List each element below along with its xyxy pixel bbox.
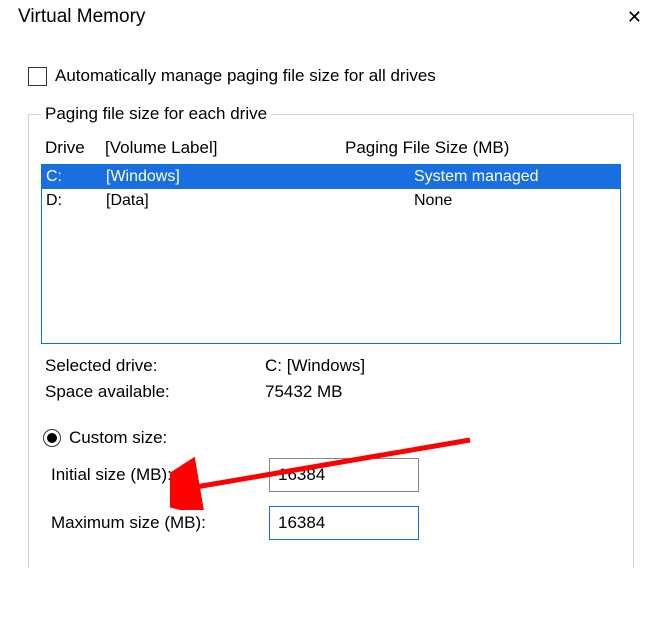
row-volume: [Data] xyxy=(106,189,414,213)
initial-size-row: Initial size (MB): xyxy=(51,458,621,492)
custom-size-radio[interactable] xyxy=(43,429,61,447)
auto-manage-row: Automatically manage paging file size fo… xyxy=(28,66,634,86)
maximum-size-input[interactable] xyxy=(269,506,419,540)
auto-manage-checkbox[interactable] xyxy=(28,67,47,86)
space-available-value: 75432 MB xyxy=(265,382,621,402)
custom-size-row: Custom size: xyxy=(43,428,621,448)
drive-list-header: Drive [Volume Label] Paging File Size (M… xyxy=(41,132,621,164)
row-volume: [Windows] xyxy=(106,165,414,189)
auto-manage-label: Automatically manage paging file size fo… xyxy=(55,66,436,86)
header-volume: [Volume Label] xyxy=(105,138,345,158)
header-drive: Drive xyxy=(45,138,105,158)
initial-size-label: Initial size (MB): xyxy=(51,465,269,485)
maximum-size-row: Maximum size (MB): xyxy=(51,506,621,540)
close-icon[interactable]: ✕ xyxy=(621,8,648,26)
selected-drive-row: Selected drive: C: [Windows] xyxy=(41,356,621,376)
drive-list[interactable]: C: [Windows] System managed D: [Data] No… xyxy=(41,164,621,344)
group-legend: Paging file size for each drive xyxy=(41,104,271,124)
drive-row-c[interactable]: C: [Windows] System managed xyxy=(42,165,620,189)
maximum-size-label: Maximum size (MB): xyxy=(51,513,269,533)
row-pfs: System managed xyxy=(414,165,616,189)
selected-drive-value: C: [Windows] xyxy=(265,356,621,376)
space-available-row: Space available: 75432 MB xyxy=(41,382,621,402)
paging-file-group: Paging file size for each drive Drive [V… xyxy=(28,104,634,568)
window-title: Virtual Memory xyxy=(18,6,145,28)
row-pfs: None xyxy=(414,189,616,213)
space-available-label: Space available: xyxy=(45,382,265,402)
header-pfs: Paging File Size (MB) xyxy=(345,138,621,158)
custom-size-label: Custom size: xyxy=(69,428,167,448)
selected-drive-label: Selected drive: xyxy=(45,356,265,376)
titlebar: Virtual Memory ✕ xyxy=(0,0,662,36)
dialog-content: Automatically manage paging file size fo… xyxy=(0,36,662,568)
initial-size-input[interactable] xyxy=(269,458,419,492)
drive-row-d[interactable]: D: [Data] None xyxy=(42,189,620,213)
row-drive: D: xyxy=(46,189,106,213)
row-drive: C: xyxy=(46,165,106,189)
